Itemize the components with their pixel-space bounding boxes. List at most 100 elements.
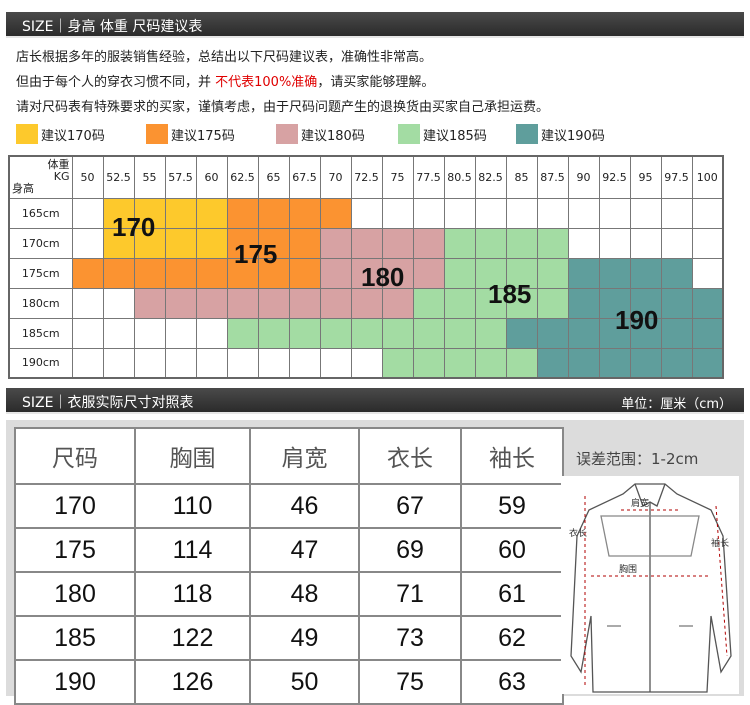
shoulder-label: 肩宽 [631,497,649,509]
grid-cell-size-185 [474,317,507,349]
grid-cell-empty [319,347,352,379]
grid-cell-size-190 [629,257,662,289]
grid-cell-size-190 [598,347,631,379]
measure-value-cell: 50 [249,659,360,705]
grid-cell-empty [381,197,414,229]
grid-cell-size-175 [195,257,228,289]
measure-value-cell: 114 [134,527,251,573]
measure-header-cell: 肩宽 [249,427,360,485]
grid-cell-size-190 [567,287,600,319]
measurement-header: SIZE｜衣服实际尺寸对照表 单位：厘米（cm） [6,388,744,414]
grid-cell-size-185 [319,317,352,349]
measurement-title: SIZE｜衣服实际尺寸对照表 [22,395,194,411]
measure-value-cell: 47 [249,527,360,573]
grid-cell-size-185 [288,317,321,349]
grid-cell-empty [102,347,135,379]
grid-cell-size-185 [443,227,476,259]
intro-line-2-start: 但由于每个人的穿衣习惯不同，并 [16,75,216,90]
grid-cell-size-185 [536,287,569,319]
intro-line-2-end: ，请买家能够理解。 [317,75,435,90]
measure-value-cell: 63 [460,659,564,705]
chest-label: 胸围 [619,563,637,575]
grid-cell-size-185 [443,317,476,349]
weight-header-cell: 82.5 [474,155,507,199]
grid-cell-size-170 [164,227,197,259]
measure-value-cell: 48 [249,571,360,617]
grid-cell-empty [691,257,724,289]
grid-cell-size-185 [474,227,507,259]
grid-cell-empty [350,347,383,379]
legend-190: 建议190码 [516,124,605,144]
grid-cell-size-190 [567,317,600,349]
grid-cell-size-190 [629,347,662,379]
legend-185: 建议185码 [398,124,487,144]
measure-header-cell: 尺码 [14,427,136,485]
zone-label-175: 175 [234,239,278,269]
legend-swatch-180 [276,124,298,144]
legend-label-190: 建议190码 [541,128,605,144]
grid-cell-size-190 [536,347,569,379]
grid-cell-empty [288,347,321,379]
zone-label-190: 190 [615,305,659,335]
measure-value-cell: 59 [460,483,564,529]
measure-row: 170 110 46 67 59 [14,483,564,529]
weight-header-cell: 100 [691,155,724,199]
zone-label-170: 170 [112,212,156,242]
size-cell: 190 [14,659,136,705]
grid-cell-empty [71,317,104,349]
measure-value-cell: 73 [358,615,462,661]
jacket-diagram: 肩宽 胸围 衣长 袖长 [561,476,739,694]
weight-header-cell: 55 [133,155,166,199]
intro-line-1: 店长根据多年的服装销售经验，总结出以下尺码建议表，准确性非常高。 [16,50,433,65]
height-header-cell: 180cm [8,287,73,319]
grid-cell-empty [412,197,445,229]
grid-cell-size-180 [381,227,414,259]
grid-cell-size-185 [226,317,259,349]
grid-cell-size-190 [567,347,600,379]
measure-value-cell: 110 [134,483,251,529]
corner-height-label: 身高 [12,181,34,195]
measure-value-cell: 75 [358,659,462,705]
grid-cell-size-170 [195,227,228,259]
grid-cell-empty [505,197,538,229]
legend-180: 建议180码 [276,124,365,144]
size-chart-header: SIZE｜身高 体重 尺码建议表 [6,12,744,38]
grid-cell-size-180 [257,287,290,319]
grid-cell-size-175 [71,257,104,289]
legend-swatch-185 [398,124,420,144]
grid-corner-cell: 体重 KG 身高 [8,155,73,199]
grid-cell-empty [195,347,228,379]
jacket-illustration: 肩宽 胸围 衣长 袖长 [569,483,732,693]
grid-cell-empty [195,317,228,349]
grid-cell-size-185 [257,317,290,349]
weight-header-cell: 92.5 [598,155,631,199]
size-cell: 175 [14,527,136,573]
grid-cell-size-185 [536,227,569,259]
weight-header-cell: 50 [71,155,104,199]
weight-header-cell: 62.5 [226,155,259,199]
measure-value-cell: 62 [460,615,564,661]
grid-cell-size-185 [536,257,569,289]
grid-cell-size-190 [660,257,693,289]
grid-cell-empty [257,347,290,379]
grid-cell-size-185 [505,227,538,259]
legend-label-180: 建议180码 [301,128,365,144]
grid-cell-empty [133,317,166,349]
legend-swatch-170 [16,124,38,144]
grid-cell-size-190 [691,317,724,349]
grid-cell-empty [660,197,693,229]
measure-value-cell: 67 [358,483,462,529]
grid-cell-empty [629,227,662,259]
grid-cell-size-185 [443,287,476,319]
grid-cell-empty [567,227,600,259]
grid-cell-size-190 [660,317,693,349]
size-chart-title: SIZE｜身高 体重 尺码建议表 [22,19,203,35]
legend-label-170: 建议170码 [41,128,105,144]
grid-cell-size-185 [381,347,414,379]
corner-weight-label: 体重 KG [47,158,70,183]
measure-row: 180 118 48 71 61 [14,571,564,617]
measure-row: 175 114 47 69 60 [14,527,564,573]
grid-cell-size-185 [412,347,445,379]
measure-row: 190 126 50 75 63 [14,659,564,705]
grid-cell-size-190 [660,287,693,319]
